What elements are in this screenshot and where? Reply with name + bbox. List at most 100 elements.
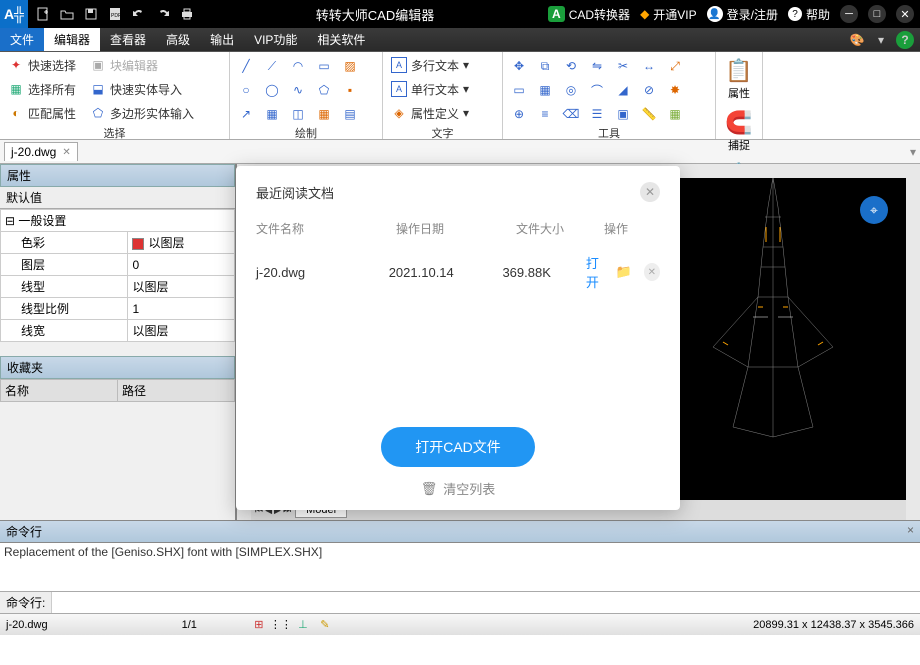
point-icon[interactable]: ▪: [340, 80, 360, 100]
help-link[interactable]: ?帮助: [788, 6, 830, 23]
settings-chevron-icon[interactable]: ▾: [872, 31, 890, 49]
arc-icon[interactable]: ◠: [288, 56, 308, 76]
maximize-icon[interactable]: □: [868, 5, 886, 23]
save-icon[interactable]: [80, 3, 102, 25]
layer-icon[interactable]: ☰: [587, 104, 607, 124]
attr-def-button[interactable]: ◈属性定义 ▾: [389, 102, 496, 124]
offset-icon[interactable]: ◎: [561, 80, 581, 100]
folder-icon[interactable]: 📁: [615, 264, 631, 280]
tab-advanced[interactable]: 高级: [156, 28, 200, 51]
prop-linetype-label: 线型: [1, 276, 128, 298]
erase-icon[interactable]: ⌫: [561, 104, 581, 124]
array-icon[interactable]: ▦: [535, 80, 555, 100]
break-icon[interactable]: ⊘: [639, 80, 659, 100]
polyline-icon[interactable]: ⟋: [262, 56, 282, 76]
pdf-icon[interactable]: PDF: [104, 3, 126, 25]
prop-lineweight-value[interactable]: 以图层: [128, 320, 235, 342]
ray-icon[interactable]: ↗: [236, 104, 256, 124]
attributes-button[interactable]: 📋 属性: [718, 54, 760, 104]
ortho-toggle-icon[interactable]: ⊥: [295, 617, 311, 633]
tab-related[interactable]: 相关软件: [307, 28, 375, 51]
singleline-text-button[interactable]: A单行文本 ▾: [389, 78, 496, 100]
fav-col-name[interactable]: 名称: [1, 380, 118, 402]
tab-viewer[interactable]: 查看器: [100, 28, 156, 51]
snap-button[interactable]: 🧲 捕捉: [718, 106, 760, 156]
stretch-icon[interactable]: ▭: [509, 80, 529, 100]
quick-entity-import-button[interactable]: ⬓快速实体导入: [88, 78, 196, 100]
move-icon[interactable]: ✥: [509, 56, 529, 76]
command-input[interactable]: [52, 592, 920, 613]
multiline-text-button[interactable]: A多行文本 ▾: [389, 54, 496, 76]
prop-color-value[interactable]: 以图层: [128, 232, 235, 254]
scale-icon[interactable]: ⤢: [665, 56, 685, 76]
revision-icon[interactable]: ▤: [340, 104, 360, 124]
snap-toggle-icon[interactable]: ⊞: [251, 617, 267, 633]
xline-icon[interactable]: ▦: [262, 104, 282, 124]
join-icon[interactable]: ⊕: [509, 104, 529, 124]
tab-output[interactable]: 输出: [200, 28, 244, 51]
row-open-link[interactable]: 打开: [586, 253, 610, 291]
line-icon[interactable]: ╱: [236, 56, 256, 76]
region-icon[interactable]: ◫: [288, 104, 308, 124]
clear-list-button[interactable]: 🗑 清空列表: [421, 479, 496, 498]
quick-select-button[interactable]: ✦快速选择: [6, 54, 78, 76]
trim-icon[interactable]: ✂: [613, 56, 633, 76]
prop-linetype-value[interactable]: 以图层: [128, 276, 235, 298]
tabs-overflow-icon[interactable]: ▾: [910, 145, 916, 159]
fillet-icon[interactable]: ⌒: [587, 80, 607, 100]
polygon-entity-input-button[interactable]: ⬠多边形实体输入: [88, 102, 196, 124]
status-file: j-20.dwg: [6, 619, 48, 631]
print-icon[interactable]: [176, 3, 198, 25]
tab-editor[interactable]: 编辑器: [44, 28, 100, 51]
prop-color-label: 色彩: [1, 232, 128, 254]
rect-icon[interactable]: ▭: [314, 56, 334, 76]
prop-layer-value[interactable]: 0: [128, 254, 235, 276]
copy-icon[interactable]: ⧉: [535, 56, 555, 76]
new-icon[interactable]: [32, 3, 54, 25]
select-all-button[interactable]: ▦选择所有: [6, 78, 78, 100]
minimize-icon[interactable]: ─: [840, 5, 858, 23]
align-icon[interactable]: ≡: [535, 104, 555, 124]
tab-close-icon[interactable]: ✕: [62, 147, 70, 158]
polygon-icon[interactable]: ⬠: [314, 80, 334, 100]
chamfer-icon[interactable]: ◢: [613, 80, 633, 100]
grid-icon[interactable]: ▦: [665, 104, 685, 124]
cad-converter-link[interactable]: ACAD转换器: [548, 6, 630, 23]
match-prop-button[interactable]: ◐匹配属性: [6, 102, 78, 124]
extend-icon[interactable]: ↔: [639, 56, 659, 76]
modal-close-icon[interactable]: ✕: [640, 182, 660, 202]
grid-toggle-icon[interactable]: ⋮⋮: [273, 617, 289, 633]
rotate-icon[interactable]: ⟲: [561, 56, 581, 76]
explode-icon[interactable]: ✸: [665, 80, 685, 100]
open-cad-button[interactable]: 打开CAD文件: [381, 427, 535, 467]
help-circle-icon[interactable]: ?: [896, 31, 914, 49]
tab-vip[interactable]: VIP功能: [244, 28, 307, 51]
block-editor-button[interactable]: ▣块编辑器: [88, 54, 196, 76]
row-delete-icon[interactable]: ✕: [644, 263, 660, 281]
favorites-panel-title: 收藏夹: [0, 356, 235, 379]
hatch-icon[interactable]: ▨: [340, 56, 360, 76]
table-icon[interactable]: ▦: [314, 104, 334, 124]
measure-icon[interactable]: 📏: [639, 104, 659, 124]
redo-icon[interactable]: [152, 3, 174, 25]
prop-linetype-scale-value[interactable]: 1: [128, 298, 235, 320]
login-link[interactable]: 👤登录/注册: [707, 6, 778, 23]
undo-icon[interactable]: [128, 3, 150, 25]
close-icon[interactable]: ✕: [896, 5, 914, 23]
open-icon[interactable]: [56, 3, 78, 25]
mirror-icon[interactable]: ⇋: [587, 56, 607, 76]
draw-group-label: 绘制: [236, 124, 376, 141]
circle-icon[interactable]: ○: [236, 80, 256, 100]
document-tab[interactable]: j-20.dwg ✕: [4, 142, 78, 161]
block-icon[interactable]: ▣: [613, 104, 633, 124]
favorites-table: 名称路径: [0, 379, 235, 402]
ellipse-icon[interactable]: ◯: [262, 80, 282, 100]
general-section[interactable]: ⊟ 一般设置: [1, 210, 235, 232]
palette-icon[interactable]: 🎨: [848, 31, 866, 49]
polar-toggle-icon[interactable]: ✎: [317, 617, 333, 633]
fav-col-path[interactable]: 路径: [118, 380, 235, 402]
spline-icon[interactable]: ∿: [288, 80, 308, 100]
tab-file[interactable]: 文件: [0, 28, 44, 51]
command-close-icon[interactable]: ×: [907, 523, 914, 540]
open-vip-link[interactable]: ◆开通VIP: [640, 6, 697, 23]
